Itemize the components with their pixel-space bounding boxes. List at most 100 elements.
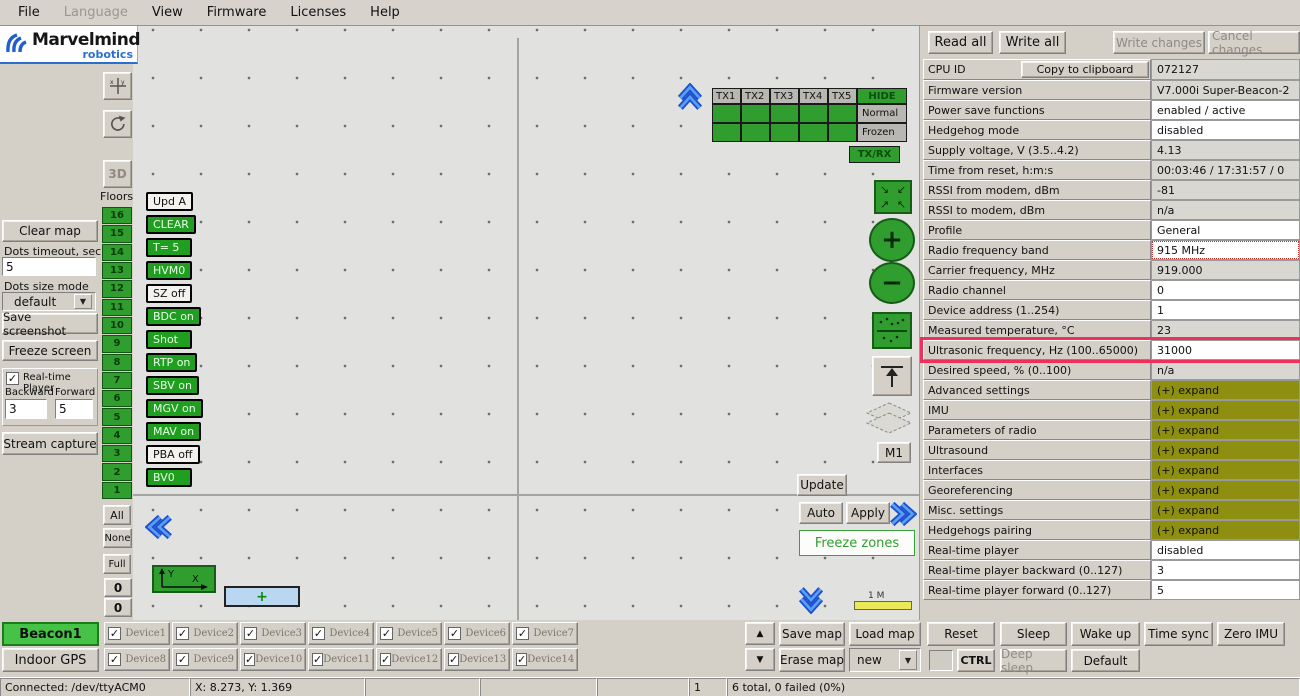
param-value[interactable]: -81 [1151,180,1300,200]
param-value[interactable]: n/a [1151,360,1300,380]
floor-button[interactable]: 11 [102,299,132,316]
map-command-button[interactable]: RTP on [146,353,197,372]
add-submap-button[interactable]: + [224,586,300,607]
device-checkbox[interactable]: ✓ [516,653,527,666]
stream-capture-button[interactable]: Stream capture [2,432,98,455]
param-row[interactable]: Ultrasonic frequency, Hz (100..65000) 31… [923,340,1300,360]
scroll-up-button[interactable]: ▲ [745,622,775,645]
floor-button[interactable]: 9 [102,335,132,352]
param-value[interactable]: (+) expand [1151,460,1300,480]
floor-button[interactable]: 4 [102,427,132,444]
floors-full-button[interactable]: Full [103,554,131,574]
param-row[interactable]: Desired speed, % (0..100) n/a [923,360,1300,380]
tx-cell[interactable] [828,104,857,123]
device-toggle[interactable]: ✓ Device5 [376,622,442,645]
device-toggle[interactable]: ✓ Device11 [308,648,374,671]
dots-size-select[interactable]: default ▼ [2,292,96,311]
floor-button[interactable]: 1 [102,482,132,499]
map-command-button[interactable]: PBA off [146,445,200,464]
menu-item[interactable]: Language [52,2,140,23]
param-row[interactable]: Power save functions enabled / active [923,100,1300,120]
param-row[interactable]: Profile General [923,220,1300,240]
param-value[interactable]: 0 [1151,280,1300,300]
tx-cell[interactable] [770,123,799,142]
param-row[interactable]: Device address (1..254) 1 [923,300,1300,320]
default-button[interactable]: Default [1071,649,1140,672]
param-value[interactable]: 31000 [1151,340,1300,360]
device-checkbox[interactable]: ✓ [312,627,325,640]
param-row[interactable]: Interfaces (+) expand [923,460,1300,480]
tx-cell[interactable] [741,104,770,123]
device-toggle[interactable]: ✓ Device9 [172,648,238,671]
param-row[interactable]: Georeferencing (+) expand [923,480,1300,500]
map-command-button[interactable]: SBV on [146,376,199,395]
param-row[interactable]: Measured temperature, °C 23 [923,320,1300,340]
fit-to-screen-icon[interactable]: ↘↙↗↖ [874,180,912,214]
param-row[interactable]: Real-time player disabled [923,540,1300,560]
device-toggle[interactable]: ✓ Device4 [308,622,374,645]
param-value[interactable]: (+) expand [1151,500,1300,520]
ctrl-checkbox[interactable] [929,650,953,671]
param-row[interactable]: Ultrasound (+) expand [923,440,1300,460]
m1-button[interactable]: M1 [877,442,911,463]
map-command-button[interactable]: MGV on [146,399,203,418]
tx-header[interactable]: TX2 [741,88,770,104]
dots-timeout-input[interactable]: 5 [2,257,96,276]
param-value[interactable]: (+) expand [1151,420,1300,440]
load-map-button[interactable]: Load map [849,622,921,646]
menu-item[interactable]: File [6,2,52,23]
chevron-down-icon[interactable]: ▼ [74,294,92,309]
device-checkbox[interactable]: ✓ [448,653,459,666]
zero-imu-button[interactable]: Zero IMU [1217,622,1285,646]
update-button[interactable]: Update [797,474,847,496]
param-value[interactable]: 23 [1151,320,1300,340]
floor-button[interactable]: 8 [102,354,132,371]
param-row[interactable]: IMU (+) expand [923,400,1300,420]
chevron-double-left-icon[interactable] [145,513,173,541]
chevron-double-down-icon[interactable] [797,586,825,614]
erase-map-button[interactable]: Erase map [779,648,845,672]
sleep-button[interactable]: Sleep [1000,622,1067,646]
map-command-button[interactable]: Shot [146,330,192,349]
param-value[interactable]: 915 MHz [1151,240,1300,260]
param-value[interactable]: 00:03:46 / 17:31:57 / 0 [1151,160,1300,180]
param-value[interactable]: (+) expand [1151,380,1300,400]
forward-input[interactable]: 5 [55,399,93,419]
indoor-gps-button[interactable]: Indoor GPS [2,648,99,672]
device-toggle[interactable]: ✓ Device6 [444,622,510,645]
param-value[interactable]: 3 [1151,560,1300,580]
param-value[interactable]: enabled / active [1151,100,1300,120]
param-value[interactable]: (+) expand [1151,480,1300,500]
floor-button[interactable]: 5 [102,408,132,425]
floor-button[interactable]: 3 [102,445,132,462]
device-toggle[interactable]: ✓ Device3 [240,622,306,645]
write-all-button[interactable]: Write all [999,31,1066,54]
param-row[interactable]: Radio frequency band 915 MHz [923,240,1300,260]
map-command-button[interactable]: HVM0 [146,261,192,280]
beacon1-button[interactable]: Beacon1 [2,622,99,646]
param-row[interactable]: Parameters of radio (+) expand [923,420,1300,440]
chevron-down-icon[interactable]: ▼ [899,650,917,670]
zoom-out-button[interactable]: − [869,262,915,304]
tx-normal-button[interactable]: Normal [857,104,907,123]
tx-frozen-button[interactable]: Frozen [857,123,907,142]
time-sync-button[interactable]: Time sync [1144,622,1213,646]
read-all-button[interactable]: Read all [928,31,993,54]
map-command-button[interactable]: SZ off [146,284,192,303]
param-row[interactable]: Time from reset, h:m:s 00:03:46 / 17:31:… [923,160,1300,180]
device-toggle[interactable]: ✓ Device12 [376,648,442,671]
freeze-screen-button[interactable]: Freeze screen [2,340,98,361]
wake-up-button[interactable]: Wake up [1071,622,1140,646]
tx-cell[interactable] [770,104,799,123]
floor-button[interactable]: 12 [102,280,132,297]
tx-header[interactable]: TX5 [828,88,857,104]
tx-rx-button[interactable]: TX/RX [849,146,900,163]
device-checkbox[interactable]: ✓ [108,627,121,640]
device-toggle[interactable]: ✓ Device14 [512,648,578,671]
device-checkbox[interactable]: ✓ [448,627,461,640]
param-value[interactable]: V7.000i Super-Beacon-2 [1151,80,1300,100]
param-row[interactable]: Supply voltage, V (3.5..4.2) 4.13 [923,140,1300,160]
param-value[interactable]: General [1151,220,1300,240]
auto-button[interactable]: Auto [799,502,843,524]
param-row[interactable]: Real-time player forward (0..127) 5 [923,580,1300,600]
